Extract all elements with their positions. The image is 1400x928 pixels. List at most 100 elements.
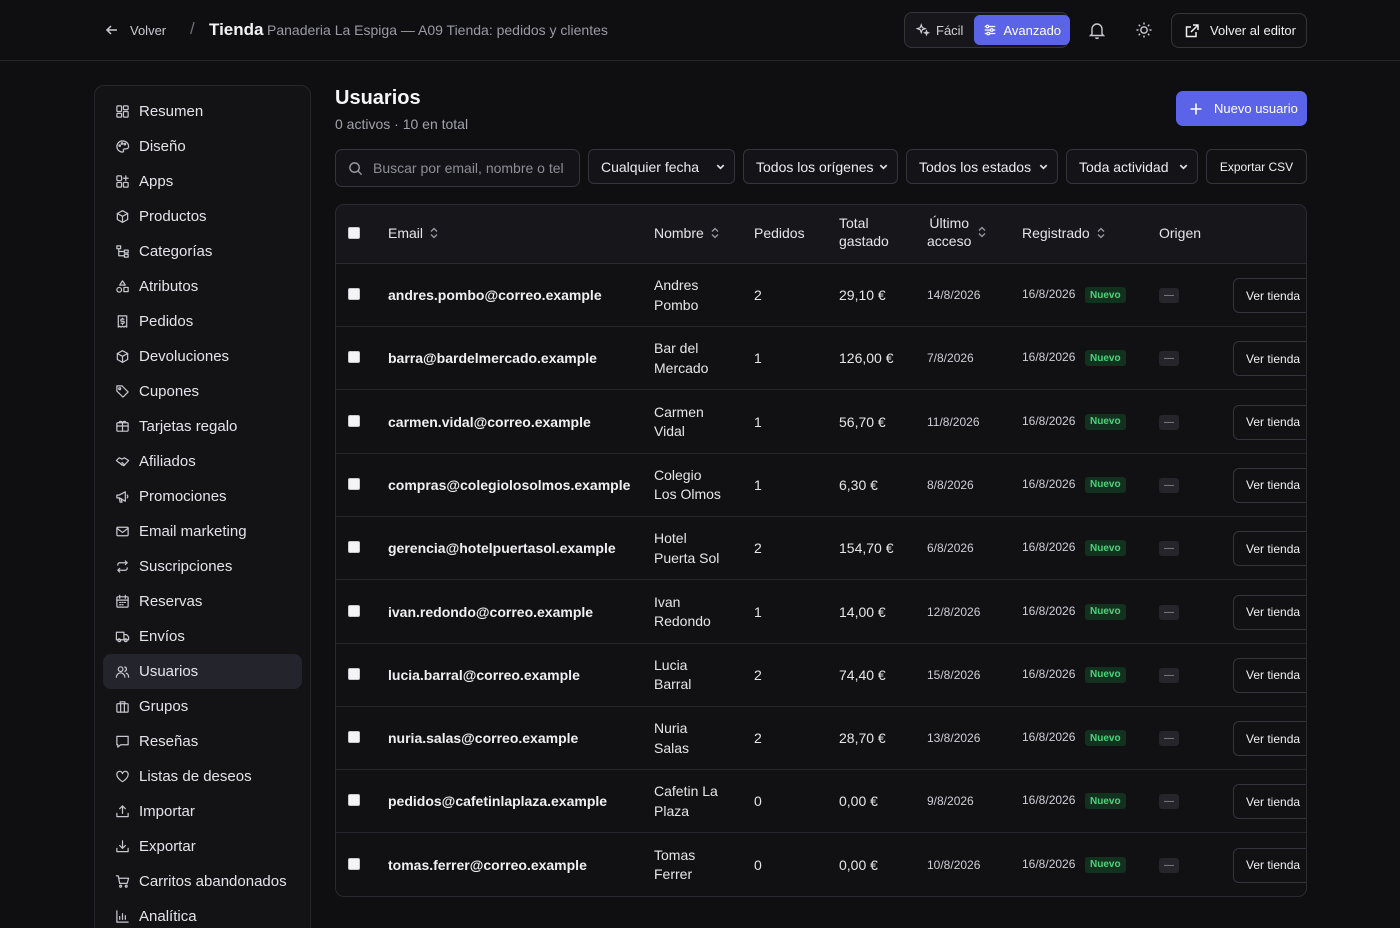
sidebar-item-carritos-abandonados[interactable]: Carritos abandonados <box>103 864 302 899</box>
view-store-button[interactable]: Ver tienda <box>1233 531 1306 567</box>
sidebar-item-email-marketing[interactable]: Email marketing <box>103 514 302 549</box>
user-email[interactable]: tomas.ferrer@correo.example <box>388 857 587 873</box>
view-store-button[interactable]: Ver tienda <box>1233 278 1306 313</box>
column-last-access[interactable]: Último acceso <box>927 215 987 249</box>
sun-icon[interactable] <box>1134 20 1154 40</box>
sidebar-item-promociones[interactable]: Promociones <box>103 479 302 514</box>
view-store-button[interactable]: Ver tienda <box>1233 467 1306 503</box>
user-name-line-2: Vidal <box>654 423 685 440</box>
user-email[interactable]: carmen.vidal@correo.example <box>388 414 591 430</box>
user-email[interactable]: lucia.barral@correo.example <box>388 667 580 683</box>
user-registered: 16/8/2026 <box>1022 476 1076 491</box>
user-name-line-2: Plaza <box>654 802 690 819</box>
column-registered[interactable]: Registrado <box>1022 225 1106 241</box>
row-checkbox[interactable] <box>348 414 360 427</box>
sidebar-item-pedidos[interactable]: Pedidos <box>103 304 302 339</box>
row-checkbox[interactable] <box>348 541 360 554</box>
status-badge: Nuevo <box>1085 730 1126 747</box>
select-all-checkbox[interactable] <box>348 227 360 239</box>
origin-filter-select[interactable]: Todos los orígenes <box>743 149 898 184</box>
user-registered: 16/8/2026 <box>1022 287 1076 301</box>
sidebar-item-productos[interactable]: Productos <box>103 199 302 234</box>
table-row: lucia.barral@correo.example Lucia Barral 2 7… <box>336 644 1306 707</box>
sidebar-item-diseño[interactable]: Diseño <box>103 129 302 164</box>
row-checkbox[interactable] <box>348 351 360 364</box>
user-last-access: 13/8/2026 <box>927 731 981 746</box>
export-csv-button[interactable]: Exportar CSV <box>1206 149 1307 184</box>
sidebar-item-label: Productos <box>139 208 207 225</box>
status-badge: Nuevo <box>1085 413 1126 430</box>
sidebar-item-atributos[interactable]: Atributos <box>103 269 302 304</box>
status-filter-select[interactable]: Todos los estados <box>906 149 1058 184</box>
mode-easy-button[interactable]: Fácil <box>907 15 972 45</box>
row-checkbox[interactable] <box>348 667 360 680</box>
message-icon <box>116 735 129 748</box>
user-total-spent: 0,00 € <box>839 793 878 810</box>
search-input[interactable] <box>373 160 573 176</box>
user-total-spent: 74,40 € <box>839 666 886 683</box>
page-section-title: Tienda <box>209 20 264 39</box>
sidebar-item-apps[interactable]: Apps <box>103 164 302 199</box>
top-bar: Volver / Tienda Panaderia La Espiga — A0… <box>0 0 1400 61</box>
view-store-button[interactable]: Ver tienda <box>1233 657 1306 693</box>
back-button[interactable]: Volver <box>104 20 166 40</box>
view-store-button[interactable]: Ver tienda <box>1233 847 1306 883</box>
view-store-button[interactable]: Ver tienda <box>1233 784 1306 820</box>
bell-icon[interactable] <box>1087 20 1107 40</box>
sidebar-item-label: Tarjetas regalo <box>139 418 238 435</box>
back-to-editor-button[interactable]: Volver al editor <box>1171 13 1307 48</box>
column-origin-label: Origen <box>1159 225 1202 241</box>
view-store-button[interactable]: Ver tienda <box>1233 404 1306 440</box>
sidebar-item-envíos[interactable]: Envíos <box>103 619 302 654</box>
row-checkbox[interactable] <box>348 857 360 870</box>
sidebar-item-categorías[interactable]: Categorías <box>103 234 302 269</box>
row-checkbox[interactable] <box>348 288 360 300</box>
user-name-line-1: Andres <box>654 277 699 293</box>
table-row: compras@colegiolosolmos.example Colegio Lo… <box>336 454 1306 517</box>
sidebar-item-devoluciones[interactable]: Devoluciones <box>103 339 302 374</box>
column-name[interactable]: Nombre <box>654 225 720 241</box>
column-email[interactable]: Email <box>388 225 439 241</box>
user-email[interactable]: andres.pombo@correo.example <box>388 287 602 303</box>
user-email[interactable]: ivan.redondo@correo.example <box>388 604 593 620</box>
sidebar-item-analítica[interactable]: Analítica <box>103 899 302 928</box>
view-store-button[interactable]: Ver tienda <box>1233 341 1306 377</box>
sidebar-item-tarjetas-regalo[interactable]: Tarjetas regalo <box>103 409 302 444</box>
sidebar-item-resumen[interactable]: Resumen <box>103 94 302 129</box>
sidebar-item-reservas[interactable]: Reservas <box>103 584 302 619</box>
user-email[interactable]: gerencia@hotelpuertasol.example <box>388 540 616 556</box>
user-email[interactable]: barra@bardelmercado.example <box>388 350 597 366</box>
group-icon <box>116 701 129 713</box>
sidebar-item-reseñas[interactable]: Reseñas <box>103 724 302 759</box>
user-registered: 16/8/2026 <box>1022 540 1076 555</box>
table-row: pedidos@cafetinlaplaza.example Cafetin La… <box>336 770 1306 834</box>
status-badge: Nuevo <box>1085 793 1126 810</box>
view-store-button[interactable]: Ver tienda <box>1233 594 1306 630</box>
grid-icon <box>116 105 129 118</box>
new-user-button[interactable]: Nuevo usuario <box>1176 91 1307 126</box>
user-email[interactable]: nuria.salas@correo.example <box>388 730 578 746</box>
sidebar-item-suscripciones[interactable]: Suscripciones <box>103 549 302 584</box>
activity-filter-select[interactable]: Toda actividad <box>1066 149 1198 184</box>
column-origin: Origen <box>1159 225 1201 241</box>
mode-advanced-button[interactable]: Avanzado <box>974 15 1071 45</box>
row-checkbox[interactable] <box>348 604 360 617</box>
row-checkbox[interactable] <box>348 731 360 744</box>
user-name-line-2: Puerta Sol <box>654 549 720 566</box>
chevron-down-icon <box>879 164 888 170</box>
receipt-icon <box>117 315 128 328</box>
sidebar-item-importar[interactable]: Importar <box>103 794 302 829</box>
sidebar-item-grupos[interactable]: Grupos <box>103 689 302 724</box>
sidebar-item-exportar[interactable]: Exportar <box>103 829 302 864</box>
sidebar-item-usuarios[interactable]: Usuarios <box>103 654 302 689</box>
row-checkbox[interactable] <box>348 794 360 807</box>
view-store-button[interactable]: Ver tienda <box>1233 721 1306 757</box>
tree-icon <box>116 245 129 258</box>
sidebar-item-listas-de-deseos[interactable]: Listas de deseos <box>103 759 302 794</box>
user-email[interactable]: compras@colegiolosolmos.example <box>388 477 630 493</box>
sidebar-item-afiliados[interactable]: Afiliados <box>103 444 302 479</box>
sidebar-item-cupones[interactable]: Cupones <box>103 374 302 409</box>
date-filter-select[interactable]: Cualquier fecha <box>588 149 735 184</box>
row-checkbox[interactable] <box>348 477 360 490</box>
user-email[interactable]: pedidos@cafetinlaplaza.example <box>388 793 607 809</box>
